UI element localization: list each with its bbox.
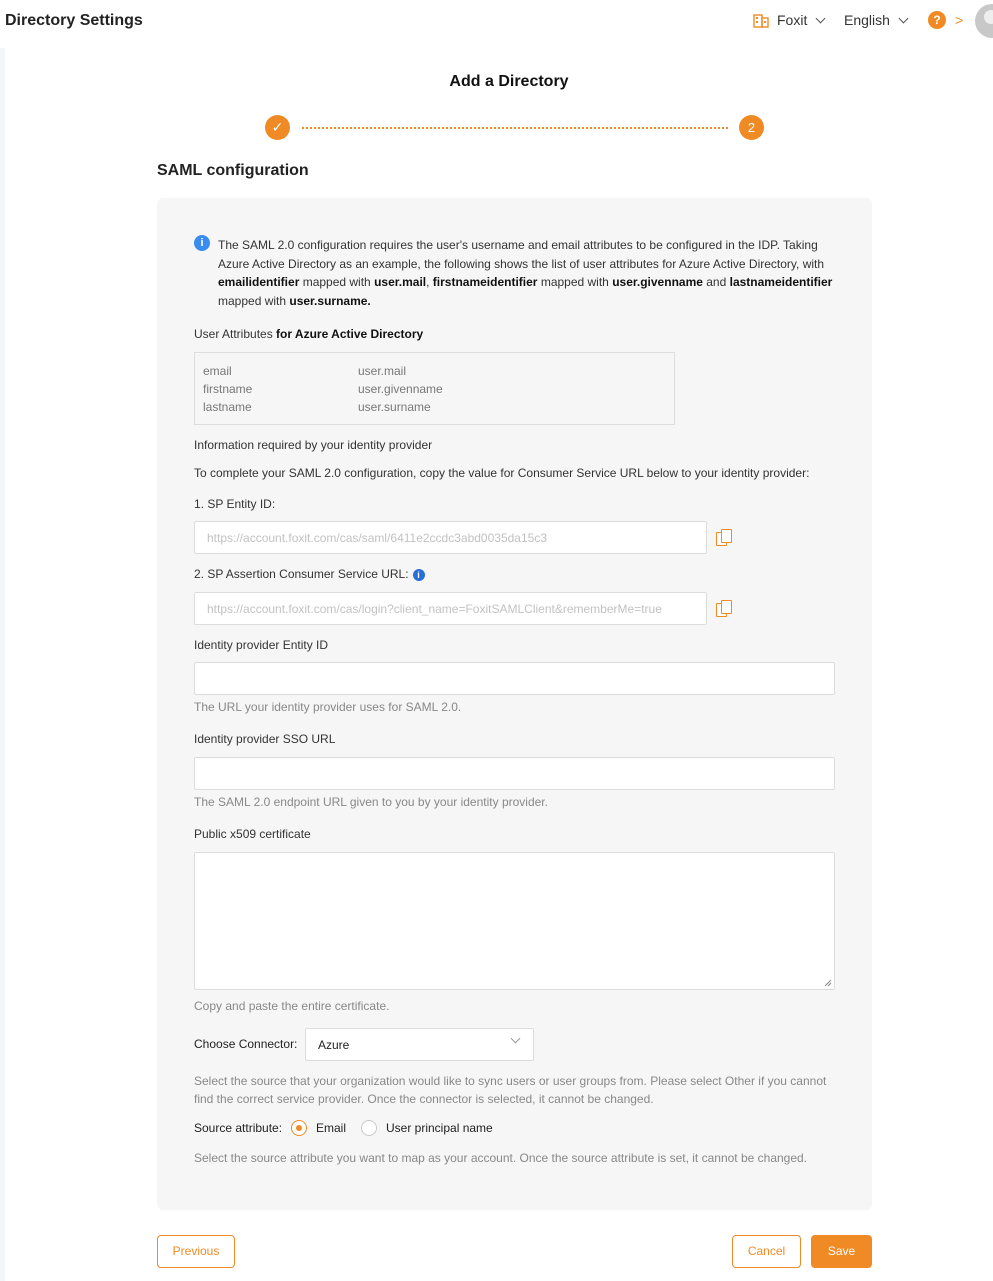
info-message: The SAML 2.0 configuration requires the … [218, 238, 833, 308]
sp-acs-url-label: 2. SP Assertion Consumer Service URL: i [194, 567, 425, 581]
step-2-indicator: 2 [739, 115, 764, 140]
idp-entity-id-input[interactable] [194, 662, 835, 695]
idp-instruction: To complete your SAML 2.0 configuration,… [194, 466, 810, 480]
chevron-right-icon[interactable]: > [955, 12, 963, 28]
previous-button[interactable]: Previous [157, 1235, 235, 1268]
table-row: lastname user.surname [203, 400, 431, 414]
page-title: Add a Directory [449, 73, 569, 90]
user-attributes-heading: User Attributes for Azure Active Directo… [194, 327, 424, 341]
idp-entity-id-hint: The URL your identity provider uses for … [194, 700, 462, 714]
source-attribute-label: Source attribute: [194, 1121, 283, 1135]
radio-email[interactable] [291, 1120, 307, 1136]
radio-user-principal-name[interactable] [361, 1120, 377, 1136]
question-circle-icon[interactable]: ? [928, 11, 946, 29]
certificate-label: Public x509 certificate [194, 827, 311, 841]
certificate-hint: Copy and paste the entire certificate. [194, 999, 390, 1013]
language-label: English [844, 12, 890, 28]
idp-sso-url-hint: The SAML 2.0 endpoint URL given to you b… [194, 795, 548, 809]
avatar[interactable] [975, 4, 993, 38]
top-bar: Directory Settings Foxit English ? > [0, 0, 993, 48]
chevron-down-icon [815, 13, 826, 23]
app-title: Directory Settings [5, 12, 143, 29]
language-selector[interactable]: English [844, 12, 909, 28]
user-attributes-table: email user.mail firstname user.givenname l… [194, 352, 675, 425]
sp-entity-id-field[interactable]: https://account.foxit.com/cas/saml/6411e… [194, 521, 707, 554]
radio-user-principal-name-label[interactable]: User principal name [386, 1121, 493, 1135]
certificate-textarea[interactable] [194, 852, 835, 990]
sp-acs-url-field[interactable]: https://account.foxit.com/cas/login?clie… [194, 592, 707, 625]
idp-entity-id-label: Identity provider Entity ID [194, 638, 329, 652]
connector-selected-value: Azure [318, 1038, 350, 1052]
section-title: SAML configuration [157, 162, 309, 179]
table-row: email user.mail [203, 364, 407, 378]
sp-entity-id-label: 1. SP Entity ID: [194, 497, 276, 511]
info-icon: i [194, 235, 210, 251]
chevron-down-icon [510, 1033, 521, 1044]
copy-icon[interactable] [716, 529, 734, 549]
save-button[interactable]: Save [811, 1235, 872, 1268]
info-icon[interactable]: i [412, 569, 425, 581]
cancel-button[interactable]: Cancel [732, 1235, 801, 1268]
source-attribute-hint: Select the source attribute you want to … [194, 1151, 808, 1165]
building-icon [753, 12, 769, 28]
connector-hint-line-2: find the correct service provider. Once … [194, 1092, 654, 1106]
connector-hint-line-1: Select the source that your organization… [194, 1074, 827, 1088]
connector-select[interactable]: Azure [305, 1028, 534, 1061]
chevron-down-icon [898, 13, 909, 23]
idp-info-heading: Information required by your identity pr… [194, 438, 433, 452]
radio-email-label[interactable]: Email [316, 1121, 346, 1135]
organization-name: Foxit [777, 12, 808, 28]
table-row: firstname user.givenname [203, 382, 443, 396]
copy-icon[interactable] [716, 600, 734, 620]
step-1-complete-check-icon: ✓ [265, 115, 290, 140]
idp-sso-url-input[interactable] [194, 757, 835, 790]
step-connector-line [302, 127, 728, 129]
connector-label: Choose Connector: [194, 1037, 298, 1051]
idp-sso-url-label: Identity provider SSO URL [194, 732, 336, 746]
resize-grip-icon[interactable] [823, 978, 832, 987]
organization-switcher[interactable]: Foxit [753, 12, 826, 28]
